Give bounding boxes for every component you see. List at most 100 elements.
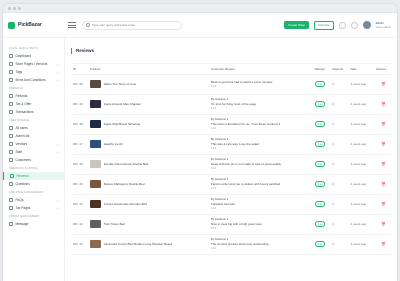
sidebar-item[interactable]: Customers: [3, 156, 64, 164]
delete-icon[interactable]: 🗑: [381, 242, 385, 246]
review-date: 2 years ago: [350, 102, 367, 106]
actions-cell: 🗑: [374, 154, 391, 174]
rating-cell: 5 ★: [313, 114, 331, 134]
sidebar-item[interactable]: Vendors ›: [3, 140, 64, 148]
column-header[interactable]: Actions: [373, 64, 391, 75]
hamburger-menu-icon[interactable]: [68, 22, 76, 28]
delete-icon[interactable]: 🗑: [381, 182, 385, 186]
product-name[interactable]: Healthy Lunch: [104, 142, 123, 146]
product-thumbnail: [89, 220, 101, 228]
chevron-right-icon: ›: [57, 142, 58, 146]
product-name[interactable]: Female Chromebook Double Bed: [104, 162, 149, 166]
table-row[interactable]: #ID: 49 Apple Airpods Max Chanker By Custo…: [71, 94, 391, 114]
table-row[interactable]: #ID: 45 Deluxe Mahogany Double Bed By Cust…: [71, 174, 391, 194]
notification-icon[interactable]: [350, 21, 358, 29]
users-icon: [9, 126, 13, 130]
reports-count: 0: [332, 122, 335, 126]
sidebar-item[interactable]: Store Pages / Vendors ›: [3, 60, 64, 68]
review-feedback-counts: 14 9: [211, 247, 217, 251]
delete-icon[interactable]: 🗑: [381, 162, 385, 166]
delete-icon[interactable]: 🗑: [381, 82, 385, 86]
table-row[interactable]: #ID: 50 Water The Story of Love Book is go…: [71, 74, 391, 94]
review-feedback-counts: 14 9: [211, 147, 217, 151]
rating-cell: 5 ★: [313, 134, 331, 154]
language-icon[interactable]: [338, 21, 346, 29]
sidebar-item[interactable]: Admin list: [3, 132, 64, 140]
product-name[interactable]: Apple Airpods Max Chanker: [104, 102, 141, 106]
sidebar-item[interactable]: All users: [3, 124, 64, 132]
tax-icon: [9, 102, 13, 106]
sidebar-item[interactable]: Dashboard: [3, 52, 64, 60]
delete-icon[interactable]: 🗑: [381, 202, 385, 206]
table-row[interactable]: #ID: 48 Apple iPad Brand Silverline By Cus…: [71, 114, 391, 134]
sidebar-item[interactable]: Tax & Offer: [3, 100, 64, 108]
actions-cell: 🗑: [374, 74, 391, 94]
search-bar[interactable]: [82, 20, 182, 30]
table-row[interactable]: #ID: 44 Armani Handmade Wooden Bed By Cust…: [71, 194, 391, 214]
sidebar-item[interactable]: Refunds: [3, 92, 64, 100]
avatar[interactable]: [362, 21, 371, 29]
search-input[interactable]: [92, 23, 172, 27]
chevron-right-icon: ›: [57, 62, 58, 66]
table-row[interactable]: #ID: 46 Female Chromebook Double Bed By Cu…: [71, 154, 391, 174]
sidebar-item[interactable]: Transactions: [3, 108, 64, 116]
table-row[interactable]: #ID: 47 Healthy Lunch By Customer 1 This wa…: [71, 134, 391, 154]
review-author: By Customer 1: [211, 157, 229, 161]
review-author: By Customer 1: [211, 117, 229, 121]
window-dot: [13, 6, 16, 10]
column-header[interactable]: Product: [87, 64, 210, 75]
staff-icon: [9, 150, 13, 154]
product-name[interactable]: Apple iPad Brand Silverline: [104, 122, 140, 126]
table-row[interactable]: #ID: 42 Ascended Comfy Bed Modern Long Wo…: [71, 234, 391, 254]
sidebar-item[interactable]: Tax Pages ›: [3, 204, 64, 212]
review-text: Nice to view big with a high good view: [211, 221, 262, 226]
table-row[interactable]: #ID: 43 Twin Tower Bed By Customer 1 Nice t…: [71, 214, 391, 234]
rating-badge: 4 ★: [314, 161, 326, 167]
sidebar-item-label: Tags: [15, 70, 23, 74]
brand-logo[interactable]: PickBazar: [3, 21, 65, 29]
create-shop-button[interactable]: Create Shop: [284, 21, 309, 29]
sidebar-item[interactable]: Reviews: [3, 172, 64, 180]
rating-badge: 5 ★: [314, 121, 326, 127]
rating-cell: 4 ★: [313, 154, 331, 174]
delete-icon[interactable]: 🗑: [381, 222, 385, 226]
product-thumbnail: [89, 180, 101, 188]
column-header[interactable]: Customer Review: [209, 64, 313, 75]
sidebar-item-label: Tax Pages: [15, 206, 31, 210]
sidebar-item[interactable]: Staff ›: [3, 148, 64, 156]
column-header[interactable]: Date: [348, 64, 374, 75]
visit-site-button[interactable]: Visit Site: [313, 20, 334, 30]
review-date: 2 years ago: [350, 82, 367, 86]
actions-cell: 🗑: [374, 214, 391, 234]
sidebar-item[interactable]: Questions: [3, 180, 64, 188]
product-name[interactable]: Deluxe Mahogany Double Bed: [104, 182, 145, 186]
review-date: 2 years ago: [350, 202, 367, 206]
page-title: Reviews: [71, 48, 391, 54]
sidebar-item[interactable]: FAQs ›: [3, 196, 64, 204]
column-header[interactable]: Ratings: [312, 64, 331, 75]
delete-icon[interactable]: 🗑: [381, 142, 385, 146]
actions-cell: 🗑: [374, 134, 391, 154]
review-date: 2 years ago: [350, 162, 367, 166]
reports-count: 0: [332, 162, 335, 166]
review-cell: By Customer 1 This work is Excellent! for…: [209, 114, 313, 134]
delete-icon[interactable]: 🗑: [381, 102, 385, 106]
column-header[interactable]: ID: [71, 64, 88, 75]
delete-icon[interactable]: 🗑: [381, 122, 385, 126]
product-info: Female Chromebook Double Bed: [89, 160, 209, 168]
reports-count: 0: [332, 242, 335, 246]
product-name[interactable]: Water The Story of Love: [104, 82, 136, 86]
row-id: #ID: 45: [73, 182, 83, 186]
row-id: #ID: 46: [73, 162, 83, 166]
sidebar-item[interactable]: Message: [3, 220, 64, 228]
product-name[interactable]: Twin Tower Bed: [104, 222, 125, 226]
review-date: 2 years ago: [350, 242, 367, 246]
sidebar-item[interactable]: Tags ›: [3, 68, 64, 76]
product-name[interactable]: Ascended Comfy Bed Modern Long Wooden Bo…: [104, 242, 172, 246]
product-cell: Female Chromebook Double Bed: [88, 154, 209, 174]
sidebar-item[interactable]: Items And Conditions ›: [3, 76, 64, 84]
product-name[interactable]: Armani Handmade Wooden Bed: [104, 202, 147, 206]
column-header[interactable]: Reports: [330, 64, 349, 75]
reports-count: 0: [332, 222, 335, 226]
product-cell: Healthy Lunch: [88, 134, 209, 154]
